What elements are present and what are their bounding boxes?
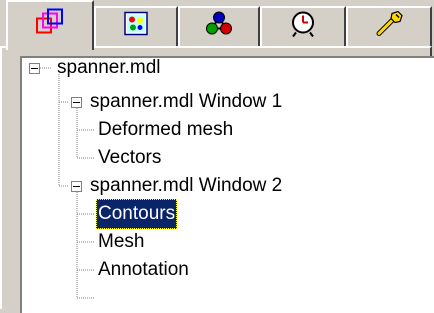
color-palette-icon (124, 11, 148, 41)
tree-node-label: spanner.mdl (57, 57, 161, 78)
overlapping-squares-icon (35, 8, 65, 41)
tree-node-annotation[interactable]: Annotation (96, 255, 191, 285)
tree-node-label: Mesh (98, 231, 145, 252)
tab-objects[interactable] (178, 6, 260, 46)
tree-node-label: Vectors (98, 147, 162, 168)
tree-node-label: spanner.mdl Window 1 (90, 91, 283, 112)
molecule-icon (204, 11, 234, 42)
tree-node-root[interactable]: spanner.mdl (55, 57, 163, 83)
tree-node-mesh[interactable]: Mesh (96, 227, 146, 257)
tab-display-objects[interactable] (6, 0, 94, 50)
tab-colors[interactable] (94, 6, 178, 46)
display-tree-view[interactable]: spanner.mdl spanner.mdl Window 1 Deforme… (20, 56, 434, 313)
tree-node-label: Deformed mesh (98, 119, 234, 140)
window1-collapse-toggle[interactable] (71, 97, 82, 108)
tab-panel: spanner.mdl spanner.mdl Window 1 Deforme… (0, 46, 434, 313)
window2-collapse-toggle[interactable] (71, 181, 82, 192)
clock-icon (288, 10, 318, 43)
tab-animation[interactable] (260, 6, 346, 46)
tree-node-contours[interactable]: Contours (96, 199, 178, 229)
tab-strip (0, 0, 434, 50)
tree-node-vectors[interactable]: Vectors (96, 143, 163, 173)
tab-tools[interactable] (346, 6, 432, 46)
tree-node-label: spanner.mdl Window 2 (90, 175, 283, 196)
tree-node-deformed-mesh[interactable]: Deformed mesh (96, 115, 235, 145)
tree-node-window-2[interactable]: spanner.mdl Window 2 (88, 171, 284, 201)
tree-node-label: Annotation (98, 259, 189, 280)
tree-node-window-1[interactable]: spanner.mdl Window 1 (88, 87, 284, 117)
tree-node-label: Contours (98, 203, 176, 224)
root-collapse-toggle[interactable] (29, 63, 40, 74)
wrench-icon (374, 10, 404, 43)
